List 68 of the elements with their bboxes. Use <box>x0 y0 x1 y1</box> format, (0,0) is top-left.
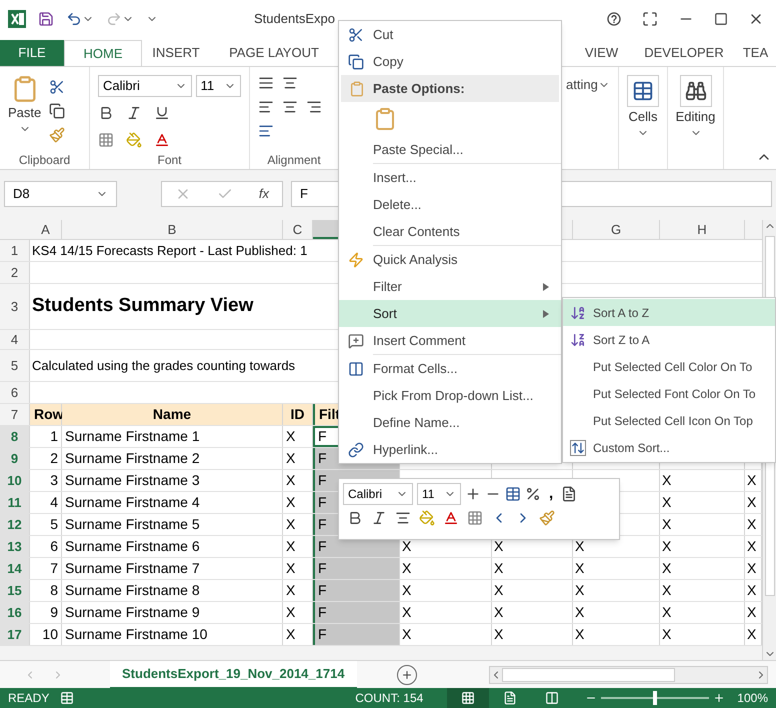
table-cell: 6 <box>30 536 62 557</box>
table-cell: Surname Firstname 6 <box>62 536 283 557</box>
cell-text: Calculated using the grades counting towards <box>31 356 296 375</box>
group-label: Clipboard <box>18 152 72 169</box>
table-cell-text: X <box>401 603 412 622</box>
table-cell-text: X <box>574 537 584 556</box>
table-cell-text: X <box>746 537 756 556</box>
table-cell: Surname Firstname 3 <box>62 470 283 491</box>
table-cell: F <box>313 602 400 623</box>
table-cell-text: X <box>746 559 756 578</box>
table-cell-text: X <box>493 537 504 556</box>
column-heading-cell: Name <box>62 404 283 425</box>
table-cell-text: X <box>661 625 672 644</box>
table-cell: 2 <box>30 448 62 469</box>
table-cell: 8 <box>30 580 62 601</box>
table-cell-text: X <box>746 493 756 512</box>
table-cell-text: X <box>746 515 756 534</box>
table-cell-text: X <box>574 559 584 578</box>
column-heading-cell: Row <box>30 404 62 425</box>
table-cell: Surname Firstname 1 <box>62 426 283 447</box>
table-cell-text: X <box>401 537 412 556</box>
table-cell: Surname Firstname 4 <box>62 492 283 513</box>
table-cell-text: X <box>746 603 756 622</box>
table-cell-text: X <box>661 559 672 578</box>
table-cell: F <box>313 580 400 601</box>
table-cell-text: X <box>493 625 504 644</box>
table-cell: 3 <box>30 470 62 491</box>
table-cell: F <box>313 624 400 645</box>
table-cell-text: X <box>493 581 504 600</box>
table-cell: 1 <box>30 426 62 447</box>
table-cell: 4 <box>30 492 62 513</box>
status-mode: READY <box>7 690 50 707</box>
window-title: StudentsExpo <box>254 10 335 28</box>
table-cell-text: X <box>574 581 584 600</box>
group-label: Alignment <box>266 152 322 169</box>
table-cell-text: X <box>746 581 756 600</box>
column-heading-cell: ID <box>283 404 313 425</box>
menu-section-header: Paste Options: <box>373 80 465 98</box>
table-cell: Surname Firstname 10 <box>62 624 283 645</box>
table-cell: 9 <box>30 602 62 623</box>
cell-text: KS4 14/15 Forecasts Report - Last Published: 1 <box>31 242 308 260</box>
table-cell-text: X <box>661 581 672 600</box>
table-cell-text: X <box>493 603 504 622</box>
table-cell: Surname Firstname 9 <box>62 602 283 623</box>
table-cell-text: X <box>746 471 756 490</box>
group-label: Font <box>156 152 182 169</box>
sheet-heading: Students Summary View <box>31 294 254 318</box>
table-cell: 10 <box>30 624 62 645</box>
count-indicator: COUNT: 154 <box>355 690 424 707</box>
table-cell-text: X <box>661 515 672 534</box>
table-cell-text: X <box>401 581 412 600</box>
table-cell-text: X <box>746 625 756 644</box>
table-cell-text: X <box>401 625 412 644</box>
table-cell-text: X <box>661 471 672 490</box>
table-cell-text: X <box>493 559 504 578</box>
table-cell: Surname Firstname 7 <box>62 558 283 579</box>
table-cell: 7 <box>30 558 62 579</box>
table-cell: Surname Firstname 2 <box>62 448 283 469</box>
table-cell-text: X <box>661 493 672 512</box>
table-cell-text: X <box>574 625 584 644</box>
table-cell: 5 <box>30 514 62 535</box>
table-cell-text: X <box>661 537 672 556</box>
table-cell-text: X <box>661 603 672 622</box>
table-cell: Surname Firstname 5 <box>62 514 283 535</box>
table-cell: F <box>313 558 400 579</box>
table-cell-text: X <box>574 603 584 622</box>
table-cell: Surname Firstname 8 <box>62 580 283 601</box>
table-cell-text: X <box>401 559 412 578</box>
